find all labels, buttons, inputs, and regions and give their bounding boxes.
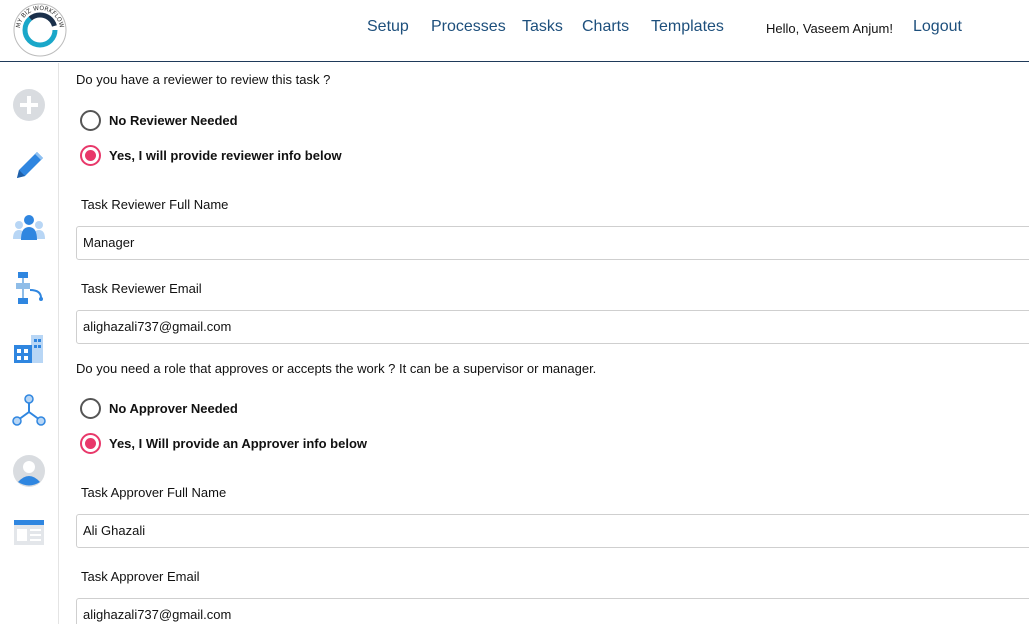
- radio-label: Yes, I will provide reviewer info below: [109, 148, 342, 163]
- top-header: MY BIZ WORKFLOW Setup Processes Tasks Ch…: [0, 0, 1029, 62]
- approver-email-label: Task Approver Email: [81, 569, 200, 584]
- logout-link[interactable]: Logout: [913, 18, 962, 36]
- approver-name-input[interactable]: Ali Ghazali: [76, 514, 1029, 548]
- radio-label: No Approver Needed: [109, 401, 238, 416]
- user-profile-icon[interactable]: [11, 453, 47, 489]
- radio-label: No Reviewer Needed: [109, 113, 238, 128]
- reviewer-email-label: Task Reviewer Email: [81, 281, 202, 296]
- nav-charts[interactable]: Charts: [582, 18, 629, 36]
- radio-button[interactable]: [80, 398, 101, 419]
- task-form: Do you have a reviewer to review this ta…: [60, 63, 1029, 624]
- radio-button-selected[interactable]: [80, 145, 101, 166]
- nav-tasks[interactable]: Tasks: [522, 18, 563, 36]
- team-icon[interactable]: [11, 209, 47, 245]
- radio-button-selected[interactable]: [80, 433, 101, 454]
- approver-email-input[interactable]: alighazali737@gmail.com: [76, 598, 1029, 624]
- reviewer-name-label: Task Reviewer Full Name: [81, 197, 229, 212]
- reviewer-email-input[interactable]: alighazali737@gmail.com: [76, 310, 1029, 344]
- app-logo[interactable]: MY BIZ WORKFLOW: [10, 2, 70, 58]
- radio-label: Yes, I Will provide an Approver info bel…: [109, 436, 368, 451]
- sidebar: [0, 63, 59, 624]
- user-greeting: Hello, Vaseem Anjum!: [766, 21, 893, 36]
- approver-name-label: Task Approver Full Name: [81, 485, 227, 500]
- approver-question: Do you need a role that approves or acce…: [76, 361, 597, 376]
- nav-processes[interactable]: Processes: [431, 18, 506, 36]
- flowchart-icon[interactable]: [11, 270, 47, 306]
- add-circle-icon[interactable]: [11, 87, 47, 123]
- template-window-icon[interactable]: [11, 514, 47, 550]
- network-icon[interactable]: [11, 392, 47, 428]
- reviewer-question: Do you have a reviewer to review this ta…: [76, 72, 331, 87]
- radio-button[interactable]: [80, 110, 101, 131]
- reviewer-name-input[interactable]: Manager: [76, 226, 1029, 260]
- nav-setup[interactable]: Setup: [367, 18, 409, 36]
- building-icon[interactable]: [11, 331, 47, 367]
- nav-templates[interactable]: Templates: [651, 18, 724, 36]
- pencil-icon[interactable]: [11, 148, 47, 184]
